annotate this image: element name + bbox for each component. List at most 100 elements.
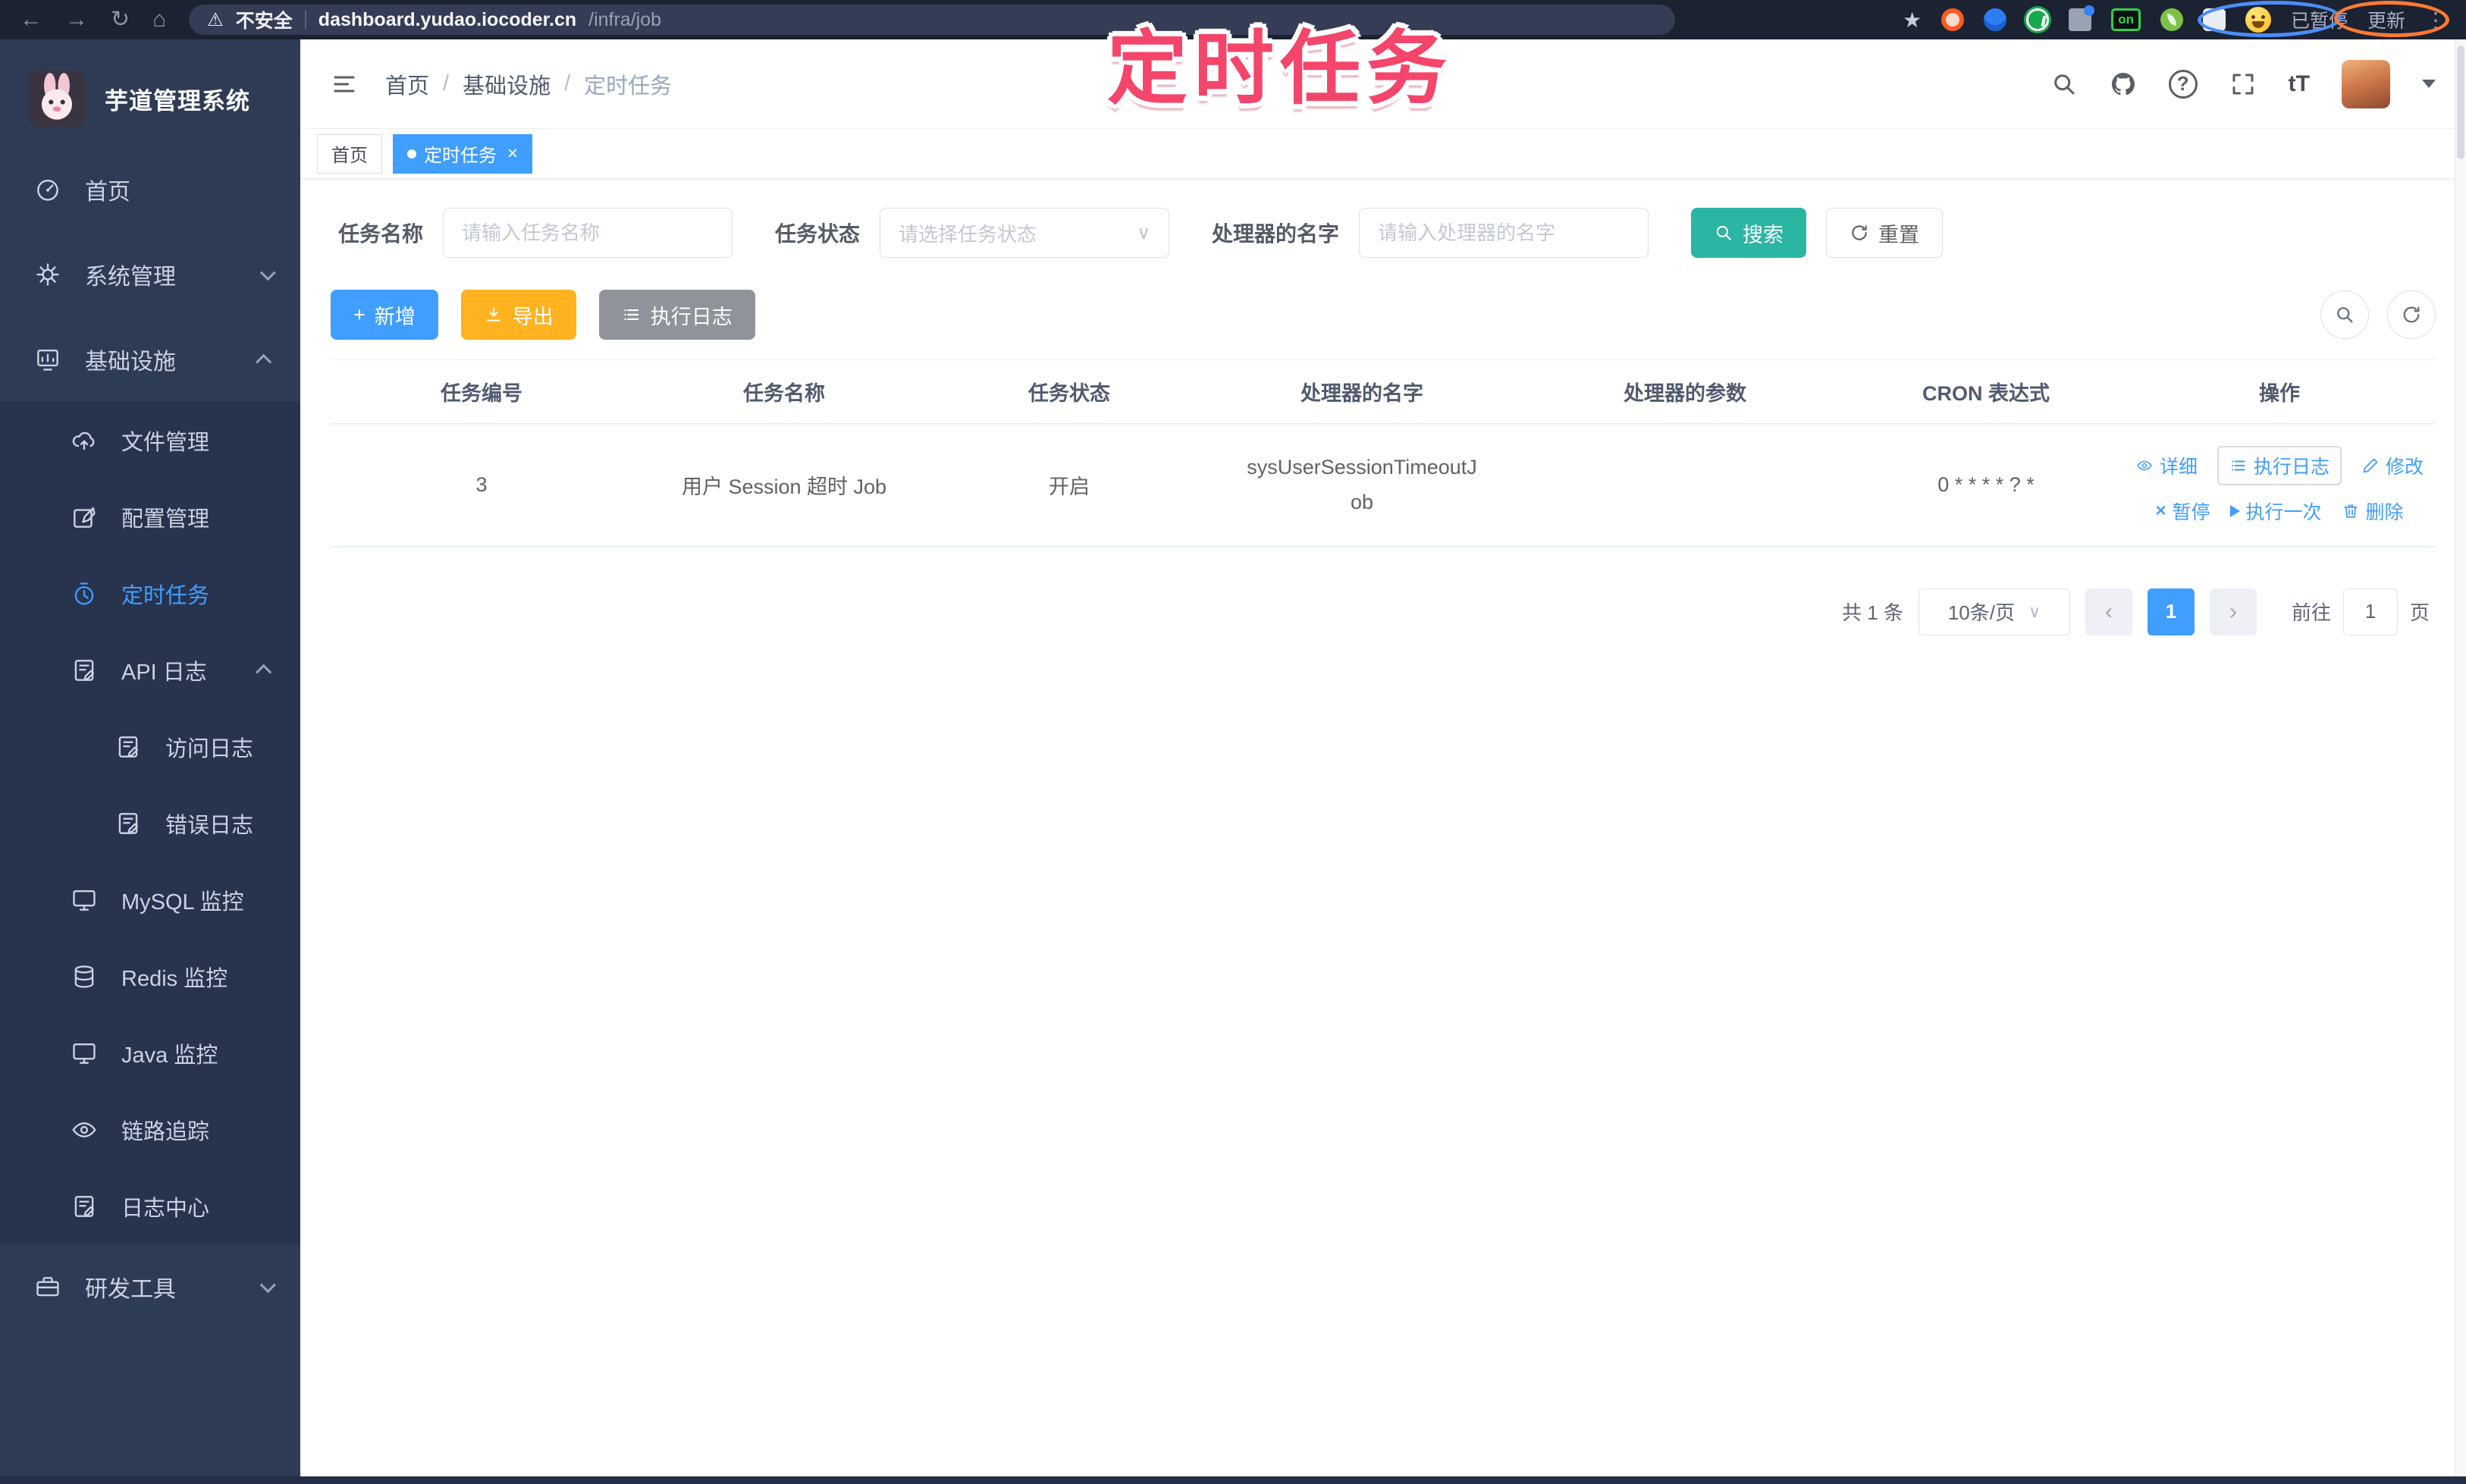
user-avatar[interactable] [2342, 59, 2390, 108]
pause-icon: × [2155, 500, 2166, 521]
sidebar-item-error-logs[interactable]: 错误日志 [0, 785, 300, 861]
sidebar-item-api-logs[interactable]: API 日志 [0, 632, 300, 708]
sidebar-submenu-infrastructure: 文件管理 配置管理 定时任务 API 日志 访问日志 错误日志 MySQL 监控… [0, 402, 300, 1244]
update-button[interactable]: 更新 [2367, 6, 2405, 33]
github-icon[interactable] [2110, 71, 2137, 98]
add-button[interactable]: + 新增 [331, 290, 438, 340]
address-divider [304, 11, 306, 29]
prev-page-button[interactable]: ‹ [2085, 588, 2132, 635]
sidebar-item-log-center[interactable]: 日志中心 [0, 1168, 300, 1244]
sidebar-item-file-management[interactable]: 文件管理 [0, 402, 300, 478]
font-size-icon[interactable]: tT [2289, 71, 2310, 97]
sidebar-item-config-management[interactable]: 配置管理 [0, 478, 300, 555]
reset-button[interactable]: 重置 [1826, 208, 1944, 258]
sidebar-item-home[interactable]: 首页 [0, 147, 300, 232]
sidebar-item-system-management[interactable]: 系统管理 [0, 232, 300, 317]
extensions-puzzle-icon[interactable] [2202, 8, 2226, 31]
search-button[interactable]: 搜索 [1691, 208, 1807, 258]
trash-icon [2343, 504, 2358, 518]
bookmark-star-icon[interactable]: ★ [1903, 8, 1922, 33]
sidebar-item-access-logs[interactable]: 访问日志 [0, 708, 300, 785]
extension-blue-icon[interactable] [1984, 8, 2007, 31]
run-once-link[interactable]: 执行一次 [2229, 497, 2322, 525]
sidebar-item-scheduled-tasks[interactable]: 定时任务 [0, 555, 300, 632]
breadcrumb-separator: / [564, 71, 571, 96]
sidebar-item-mysql-monitor[interactable]: MySQL 监控 [0, 861, 300, 938]
avatar-caret-icon[interactable] [2422, 80, 2436, 88]
refresh-button[interactable] [2387, 290, 2436, 339]
search-icon[interactable] [2050, 71, 2078, 98]
sidebar-item-label: API 日志 [121, 660, 207, 685]
extension-leaf-icon[interactable] [2160, 8, 2183, 31]
exec-log-link[interactable]: 执行日志 [2217, 445, 2342, 485]
sidebar-item-redis-monitor[interactable]: Redis 监控 [0, 938, 300, 1015]
goto-page-input[interactable] [2342, 588, 2398, 635]
sidebar-item-label: 日志中心 [121, 1196, 210, 1221]
tag-scheduled-tasks[interactable]: 定时任务 × [393, 133, 533, 174]
monitor-icon [73, 1043, 96, 1064]
help-icon[interactable]: ? [2168, 69, 2198, 99]
detail-link[interactable]: 详细 [2135, 452, 2198, 479]
app-logo-row[interactable]: 芋道管理系统 [0, 50, 300, 147]
delete-link-label: 删除 [2365, 501, 2404, 523]
toggle-search-button[interactable] [2320, 290, 2369, 339]
navbar-actions: ? tT [2050, 59, 2436, 108]
detail-link-label: 详细 [2159, 456, 2198, 478]
sidebar-item-java-monitor[interactable]: Java 监控 [0, 1015, 300, 1091]
warning-icon: ⚠ [207, 9, 224, 30]
fullscreen-icon[interactable] [2229, 71, 2257, 98]
search-icon [1716, 225, 1731, 240]
scrollbar-thumb[interactable] [2457, 45, 2464, 159]
hamburger-icon[interactable] [331, 71, 358, 98]
tag-label: 定时任务 [424, 146, 497, 166]
tags-view-bar: 首页 定时任务 × [300, 129, 2466, 179]
table-header-row: 任务编号 任务名称 任务状态 处理器的名字 处理器的参数 CRON 表达式 操作 [331, 359, 2436, 425]
pause-link-label: 暂停 [2172, 501, 2210, 523]
annotation-title: 定时任务 [1107, 24, 1453, 114]
exec-log-button[interactable]: 执行日志 [598, 290, 755, 340]
close-icon[interactable]: × [507, 143, 518, 165]
modify-link[interactable]: 修改 [2361, 452, 2424, 479]
sidebar-item-label: 基础设施 [85, 350, 176, 375]
browser-menu-icon[interactable]: ⋮ [2425, 8, 2446, 33]
security-label[interactable]: 不安全 [236, 6, 293, 33]
plus-icon: + [353, 303, 366, 326]
handler-name-input[interactable] [1359, 208, 1649, 258]
breadcrumb-infrastructure[interactable]: 基础设施 [463, 68, 551, 100]
breadcrumb: 首页 / 基础设施 / 定时任务 [385, 68, 672, 100]
breadcrumb-home[interactable]: 首页 [385, 68, 429, 100]
task-name-input[interactable] [443, 208, 733, 258]
browser-forward-icon[interactable]: → [65, 8, 88, 31]
download-icon [487, 307, 500, 322]
sidebar-item-label: 链路追踪 [121, 1119, 210, 1144]
delete-link[interactable]: 删除 [2342, 497, 2404, 525]
extension-green-icon[interactable] [2026, 8, 2050, 31]
browser-back-icon[interactable]: ← [20, 8, 42, 31]
tag-home[interactable]: 首页 [317, 133, 382, 174]
sidebar-item-trace[interactable]: 链路追踪 [0, 1091, 300, 1168]
extension-on-badge[interactable]: on [2111, 8, 2141, 31]
extension-grid-icon[interactable] [2069, 5, 2095, 31]
browser-home-icon[interactable]: ⌂ [152, 8, 166, 31]
sidebar-item-dev-tools[interactable]: 研发工具 [0, 1244, 300, 1329]
sidebar: 芋道管理系统 首页 系统管理 基础设施 文件管理 配置管理 定时任务 API 日… [0, 39, 300, 1484]
app-logo-rabbit-avatar [29, 71, 85, 127]
tampermonkey-emoji-icon[interactable] [2245, 7, 2271, 33]
chevron-up-icon [256, 664, 272, 680]
export-button[interactable]: 导出 [460, 290, 576, 340]
chevron-down-icon [259, 264, 276, 281]
current-page-button[interactable]: 1 [2147, 588, 2195, 635]
breadcrumb-separator: / [443, 71, 450, 96]
pencil-icon [2363, 458, 2378, 472]
next-page-button[interactable]: › [2209, 588, 2257, 635]
extension-orange-icon[interactable] [1941, 8, 1965, 31]
document-icon [74, 1195, 95, 1217]
browser-reload-icon[interactable]: ↻ [111, 8, 130, 31]
browser-scrollbar[interactable] [2455, 39, 2466, 1484]
page-size-select[interactable]: 10条/页 ∨ [1918, 588, 2070, 635]
sidebar-item-infrastructure[interactable]: 基础设施 [0, 317, 300, 402]
jobs-table: 任务编号 任务名称 任务状态 处理器的名字 处理器的参数 CRON 表达式 操作… [331, 359, 2436, 547]
pause-link[interactable]: × 暂停 [2155, 497, 2210, 525]
task-status-select[interactable]: 请选择任务状态 ∨ [880, 208, 1170, 258]
play-icon [2229, 504, 2240, 517]
